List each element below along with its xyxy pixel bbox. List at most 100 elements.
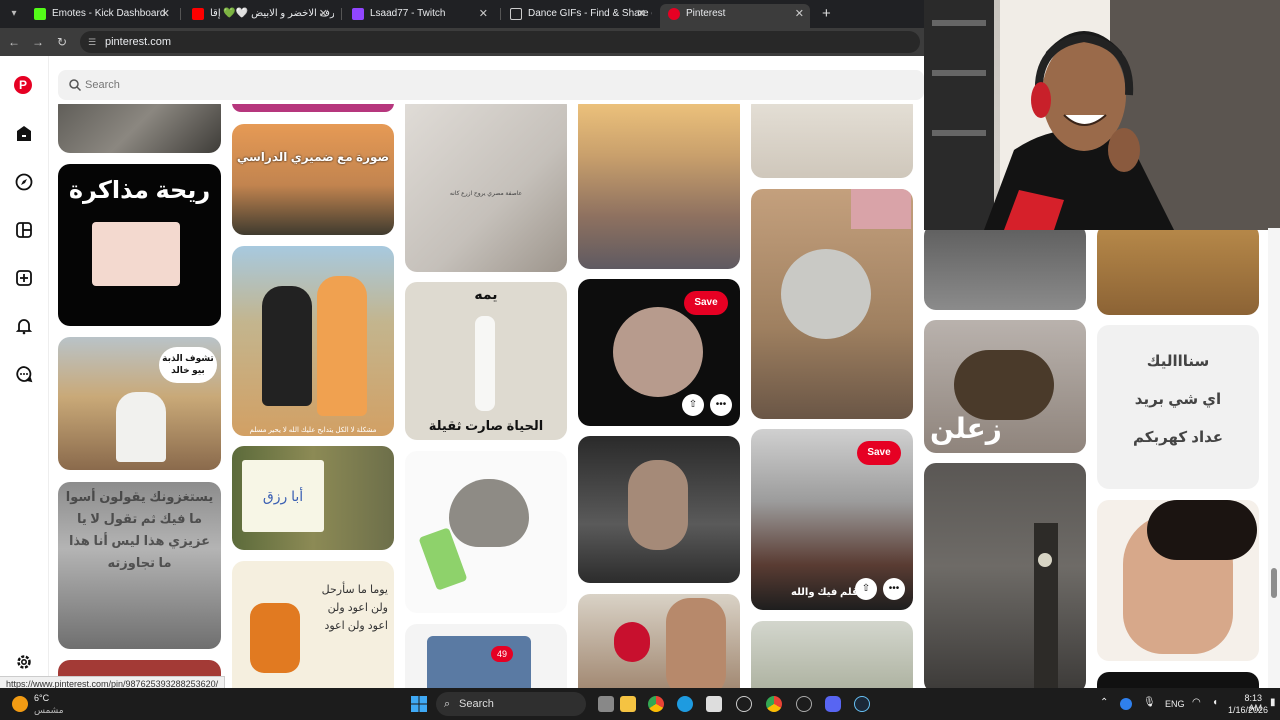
tab-title: Emotes - Kick Dashboard — [52, 8, 166, 19]
onedrive-icon[interactable] — [1120, 698, 1132, 710]
pin-card[interactable] — [924, 463, 1086, 688]
tab-close-icon[interactable]: ✕ — [795, 4, 804, 24]
settings-icon[interactable] — [14, 652, 34, 672]
windows-start-icon[interactable] — [411, 696, 427, 712]
pin-card[interactable]: يستغزونك يقولون أسوا ما فيك ثم تقول لا ي… — [58, 482, 221, 649]
tab-separator — [180, 8, 181, 20]
more-options-icon[interactable]: ••• — [883, 578, 905, 600]
boards-icon[interactable] — [14, 220, 34, 240]
clock-date[interactable]: 1/16/2026 — [1228, 705, 1268, 715]
pin-card[interactable]: مشكلة لا الكل يتدابح عليك الله لا يحير م… — [232, 246, 394, 436]
tab-twitch[interactable]: Lsaad77 - Twitch ✕ — [344, 4, 494, 28]
weather-sun-icon[interactable] — [12, 696, 28, 712]
pin-card[interactable]: عاصفة مصري يروح ازرع كانه — [405, 104, 567, 272]
obs-icon[interactable] — [736, 696, 752, 712]
pin-card[interactable] — [405, 451, 567, 613]
youtube-favicon-icon — [192, 8, 204, 20]
tab-close-icon[interactable]: ✕ — [637, 4, 646, 24]
reload-icon[interactable]: ↻ — [54, 34, 70, 50]
save-button[interactable]: Save — [857, 441, 901, 465]
pin-card[interactable]: أبا رزق — [232, 446, 394, 550]
pin-card[interactable]: سناااليك اي شي بريد عداد كهربكم — [1097, 325, 1259, 489]
address-bar[interactable]: ☰ pinterest.com — [80, 31, 920, 53]
save-button[interactable]: Save — [684, 291, 728, 315]
forward-icon[interactable]: → — [30, 34, 46, 50]
tab-pinterest[interactable]: Pinterest ✕ — [660, 4, 810, 28]
page-scrollbar[interactable] — [1268, 228, 1280, 688]
messages-icon[interactable] — [14, 364, 34, 384]
pin-caption: سناااليك — [1146, 353, 1210, 370]
pin-card[interactable] — [58, 104, 221, 153]
home-icon[interactable] — [14, 124, 34, 144]
pin-card[interactable] — [751, 104, 913, 178]
pin-card[interactable]: Save ي اقلم فيك والله ⇧ ••• — [751, 429, 913, 610]
tab-giphy[interactable]: Dance GIFs - Find & Share on G ✕ — [502, 4, 652, 28]
tab-close-icon[interactable]: ✕ — [161, 4, 170, 24]
notification-bell-icon[interactable]: ▮ — [1270, 697, 1276, 708]
speech-bubble: تشوف الذبة بيو خالد — [159, 347, 217, 383]
pin-caption: زعلن — [930, 413, 1002, 444]
tab-close-icon[interactable]: ✕ — [479, 4, 488, 24]
pin-card[interactable] — [1097, 672, 1259, 688]
kick-favicon-icon — [34, 8, 46, 20]
pin-card[interactable]: 49 — [405, 624, 567, 688]
tab-title: Dance GIFs - Find & Share on G — [528, 8, 652, 19]
create-icon[interactable] — [14, 268, 34, 288]
webcam-image — [924, 0, 1280, 230]
site-info-icon[interactable]: ☰ — [88, 37, 98, 47]
steam-icon[interactable] — [854, 696, 870, 712]
pin-card[interactable]: ريحة مذاكرة — [58, 164, 221, 326]
new-tab-button[interactable]: + — [822, 4, 831, 24]
pin-card[interactable] — [578, 436, 740, 583]
pin-card[interactable] — [232, 104, 394, 112]
microphone-icon[interactable]: 🎙 — [1143, 697, 1156, 708]
pin-caption: صورة مع ضميري الدراسي — [236, 150, 390, 164]
discord-icon[interactable] — [825, 696, 841, 712]
tab-youtube[interactable]: رفرف الاخضر و الابيض 🤍💚 إقا ✕ — [184, 4, 334, 28]
pin-card[interactable] — [751, 621, 913, 688]
taskbar-search[interactable]: ⌕ Search — [436, 692, 586, 716]
store-icon[interactable] — [706, 696, 722, 712]
edge-icon[interactable] — [677, 696, 693, 712]
search-icon: ⌕ — [444, 698, 451, 710]
chrome-icon[interactable] — [648, 696, 664, 712]
tab-close-icon[interactable]: ✕ — [319, 4, 328, 24]
pin-card[interactable]: يمه الحياة صارت ثقيلة — [405, 282, 567, 440]
pin-card[interactable]: زعلن — [924, 320, 1086, 453]
wifi-icon[interactable]: ◠ — [1192, 697, 1201, 708]
tab-search-chevron-icon[interactable]: ▾ — [4, 4, 24, 24]
pin-caption: اي شي بريد — [1134, 391, 1222, 408]
pin-card[interactable]: صورة مع ضميري الدراسي — [232, 124, 394, 235]
back-icon[interactable]: ← — [6, 34, 22, 50]
pin-card[interactable]: Save ⇧ ••• — [578, 279, 740, 426]
volume-icon[interactable]: ◖ — [1212, 697, 1218, 708]
more-options-icon[interactable]: ••• — [710, 394, 732, 416]
chrome-active-icon[interactable] — [766, 696, 782, 712]
share-icon[interactable]: ⇧ — [682, 394, 704, 416]
settings-app-icon[interactable] — [796, 696, 812, 712]
scrollbar-thumb[interactable] — [1271, 568, 1277, 598]
file-explorer-icon[interactable] — [620, 696, 636, 712]
pin-card[interactable] — [1097, 500, 1259, 661]
tray-chevron-icon[interactable]: ⌃ — [1100, 697, 1108, 708]
language-indicator[interactable]: ENG — [1165, 699, 1185, 709]
pin-card[interactable] — [924, 224, 1086, 310]
pin-card[interactable]: تشوف الذبة بيو خالد — [58, 337, 221, 470]
pin-image — [262, 286, 312, 406]
pin-card[interactable] — [578, 104, 740, 269]
pin-card[interactable] — [751, 189, 913, 419]
notifications-icon[interactable] — [14, 316, 34, 336]
pin-image — [954, 350, 1054, 420]
pin-image — [614, 622, 650, 662]
task-view-icon[interactable] — [598, 696, 614, 712]
pin-card[interactable]: يوما ما سأرحل ولن اعود ولن اعود ولن اعود — [232, 561, 394, 688]
pinterest-logo-icon[interactable]: P — [14, 76, 34, 96]
share-icon[interactable]: ⇧ — [855, 578, 877, 600]
pin-card[interactable] — [578, 594, 740, 688]
tab-title: Lsaad77 - Twitch — [370, 8, 446, 19]
explore-icon[interactable] — [14, 172, 34, 192]
tab-kick[interactable]: Emotes - Kick Dashboard ✕ — [26, 4, 176, 28]
search-input[interactable]: Search — [58, 70, 924, 100]
pin-card[interactable] — [1097, 224, 1259, 315]
pin-image — [92, 222, 180, 286]
